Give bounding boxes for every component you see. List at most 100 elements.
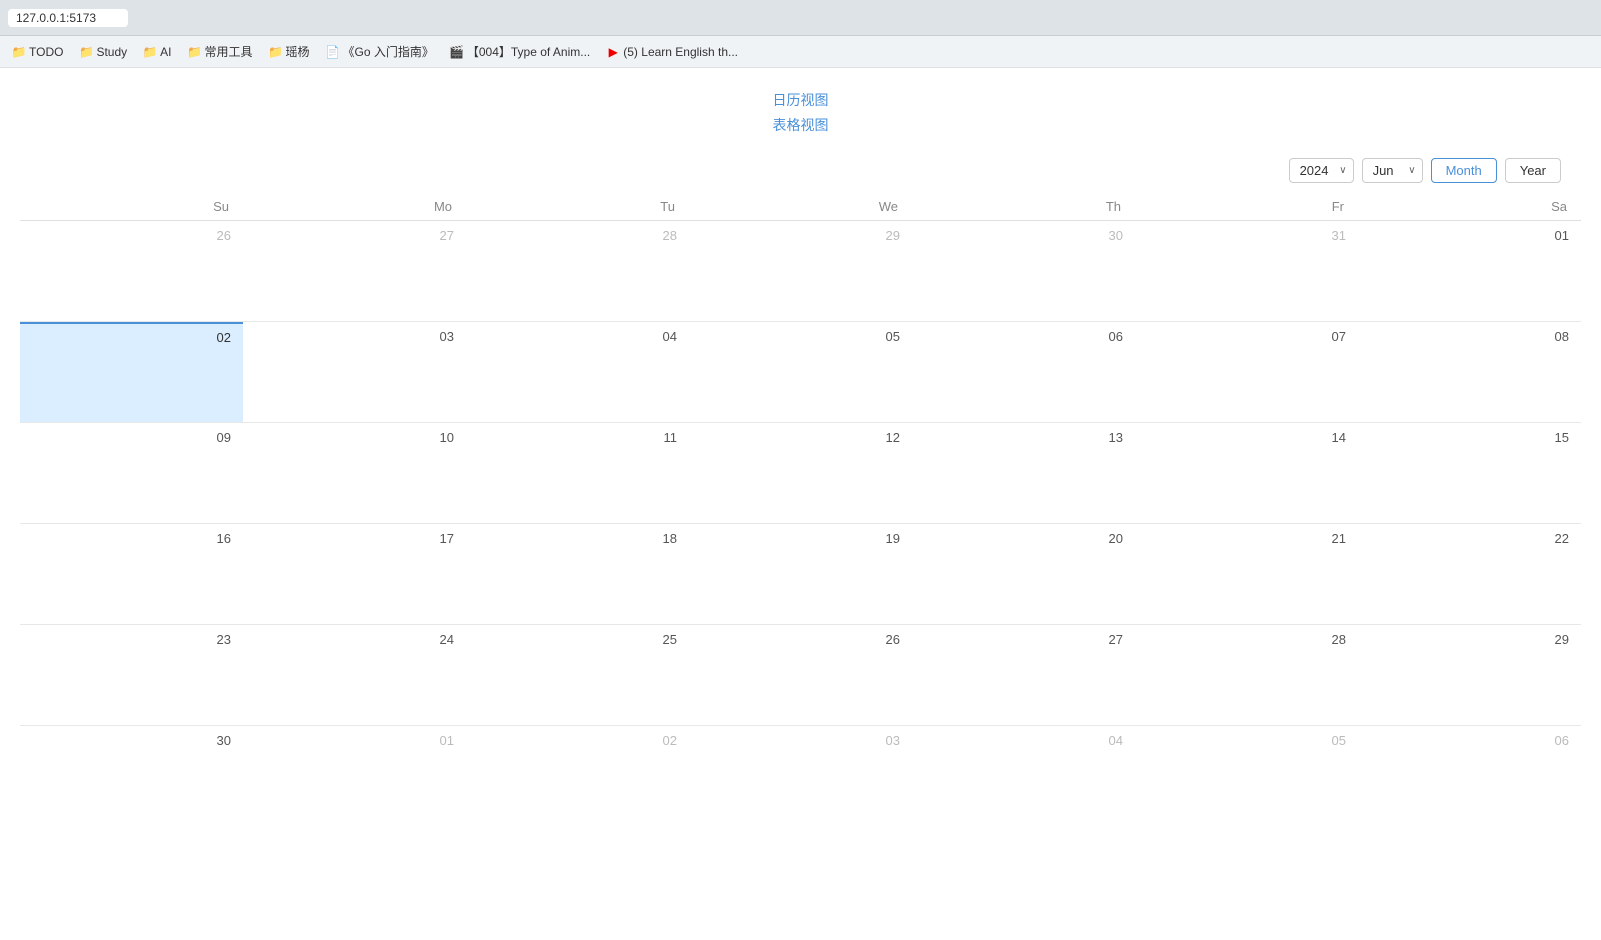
calendar-cell[interactable]: 21	[1135, 524, 1358, 624]
bookmark-study[interactable]: 📁 Study	[73, 43, 133, 61]
calendar-cell[interactable]: 26	[20, 221, 243, 321]
page-icon: 📄	[326, 45, 340, 59]
calendar-header: Su Mo Tu We Th Fr Sa	[20, 199, 1581, 221]
calendar-cell[interactable]: 31	[1135, 221, 1358, 321]
calendar-cell[interactable]: 16	[20, 524, 243, 624]
calendar-cell[interactable]: 03	[243, 322, 466, 422]
calendar-cell[interactable]: 01	[1358, 221, 1581, 321]
calendar-cell[interactable]: 29	[1358, 625, 1581, 725]
date-number: 05	[1141, 733, 1346, 748]
page-content: 日历视图 表格视图 2024 2023 2025 Jan Feb Mar Apr…	[0, 68, 1601, 940]
calendar-cell[interactable]: 14	[1135, 423, 1358, 523]
calendar-cell[interactable]: 11	[466, 423, 689, 523]
bookmark-label: 瑶杨	[286, 43, 310, 60]
date-number: 06	[918, 329, 1123, 344]
date-number: 12	[695, 430, 900, 445]
bookmark-tools[interactable]: 📁 常用工具	[181, 41, 258, 62]
date-number: 07	[1141, 329, 1346, 344]
calendar-cell[interactable]: 04	[912, 726, 1135, 826]
calendar-cell[interactable]: 26	[689, 625, 912, 725]
calendar-cell-today[interactable]: 02	[20, 322, 243, 422]
calendar-row: 30 01 02 03 04 05 06	[20, 726, 1581, 826]
date-number: 27	[918, 632, 1123, 647]
video-icon: 🎬	[450, 45, 464, 59]
calendar-cell[interactable]: 28	[466, 221, 689, 321]
bookmark-todo[interactable]: 📁 TODO	[6, 43, 69, 61]
year-select[interactable]: 2024 2023 2025	[1289, 158, 1354, 183]
calendar-cell[interactable]: 27	[243, 221, 466, 321]
month-select-wrapper: Jan Feb Mar Apr May Jun Jul Aug Sep Oct …	[1362, 158, 1423, 183]
folder-icon: 📁	[12, 45, 26, 59]
bookmark-label: 《Go 入门指南》	[343, 43, 434, 60]
calendar-row: 23 24 25 26 27 28 29	[20, 625, 1581, 726]
date-number: 04	[918, 733, 1123, 748]
calendar-row: 26 27 28 29 30 31 01	[20, 221, 1581, 322]
calendar-cell[interactable]: 17	[243, 524, 466, 624]
weekday-th: Th	[912, 199, 1135, 214]
date-number: 10	[249, 430, 454, 445]
calendar-cell[interactable]: 09	[20, 423, 243, 523]
calendar-cell[interactable]: 29	[689, 221, 912, 321]
year-button[interactable]: Year	[1505, 158, 1561, 183]
calendar-cell[interactable]: 12	[689, 423, 912, 523]
bookmark-ai[interactable]: 📁 AI	[137, 43, 177, 61]
calendar-cell[interactable]: 05	[1135, 726, 1358, 826]
calendar-cell[interactable]: 18	[466, 524, 689, 624]
calendar-cell[interactable]: 05	[689, 322, 912, 422]
weekday-tu: Tu	[466, 199, 689, 214]
date-number: 17	[249, 531, 454, 546]
top-links: 日历视图 表格视图	[20, 88, 1581, 138]
calendar-cell[interactable]: 27	[912, 625, 1135, 725]
controls-row: 2024 2023 2025 Jan Feb Mar Apr May Jun J…	[20, 158, 1581, 183]
date-number: 19	[695, 531, 900, 546]
month-select[interactable]: Jan Feb Mar Apr May Jun Jul Aug Sep Oct …	[1362, 158, 1423, 183]
calendar-cell[interactable]: 25	[466, 625, 689, 725]
bookmark-yaoyang[interactable]: 📁 瑶杨	[263, 41, 316, 62]
date-number: 02	[472, 733, 677, 748]
bookmark-go[interactable]: 📄 《Go 入门指南》	[320, 41, 440, 62]
date-number: 16	[26, 531, 231, 546]
calendar-cell[interactable]: 07	[1135, 322, 1358, 422]
calendar-cell[interactable]: 22	[1358, 524, 1581, 624]
date-number: 22	[1364, 531, 1569, 546]
year-select-wrapper: 2024 2023 2025	[1289, 158, 1354, 183]
calendar-cell[interactable]: 08	[1358, 322, 1581, 422]
calendar-cell[interactable]: 06	[1358, 726, 1581, 826]
date-number: 20	[918, 531, 1123, 546]
calendar-cell[interactable]: 20	[912, 524, 1135, 624]
calendar-view-link[interactable]: 日历视图	[773, 88, 829, 113]
date-number: 08	[1364, 329, 1569, 344]
date-number: 24	[249, 632, 454, 647]
calendar-cell[interactable]: 15	[1358, 423, 1581, 523]
calendar-cell[interactable]: 23	[20, 625, 243, 725]
calendar-cell[interactable]: 06	[912, 322, 1135, 422]
date-number: 30	[26, 733, 231, 748]
calendar-cell[interactable]: 04	[466, 322, 689, 422]
bookmark-label: TODO	[29, 45, 63, 59]
bookmark-label: 【004】Type of Anim...	[467, 43, 590, 60]
date-number: 06	[1364, 733, 1569, 748]
calendar-cell[interactable]: 02	[466, 726, 689, 826]
date-number: 26	[26, 228, 231, 243]
calendar-cell[interactable]: 13	[912, 423, 1135, 523]
month-button[interactable]: Month	[1431, 158, 1497, 183]
calendar-cell[interactable]: 03	[689, 726, 912, 826]
weekday-mo: Mo	[243, 199, 466, 214]
bookmark-learn-english[interactable]: ▶ (5) Learn English th...	[600, 43, 744, 61]
date-number: 02	[26, 330, 231, 345]
date-number: 25	[472, 632, 677, 647]
calendar-cell[interactable]: 30	[912, 221, 1135, 321]
calendar-cell[interactable]: 28	[1135, 625, 1358, 725]
weekday-sa: Sa	[1358, 199, 1581, 214]
calendar-cell[interactable]: 24	[243, 625, 466, 725]
calendar-cell[interactable]: 30	[20, 726, 243, 826]
calendar-cell[interactable]: 10	[243, 423, 466, 523]
date-number: 18	[472, 531, 677, 546]
calendar-row: 16 17 18 19 20 21 22	[20, 524, 1581, 625]
date-number: 28	[472, 228, 677, 243]
bookmark-label: 常用工具	[204, 43, 252, 60]
bookmark-004[interactable]: 🎬 【004】Type of Anim...	[444, 41, 596, 62]
table-view-link[interactable]: 表格视图	[773, 113, 829, 138]
calendar-cell[interactable]: 01	[243, 726, 466, 826]
calendar-cell[interactable]: 19	[689, 524, 912, 624]
